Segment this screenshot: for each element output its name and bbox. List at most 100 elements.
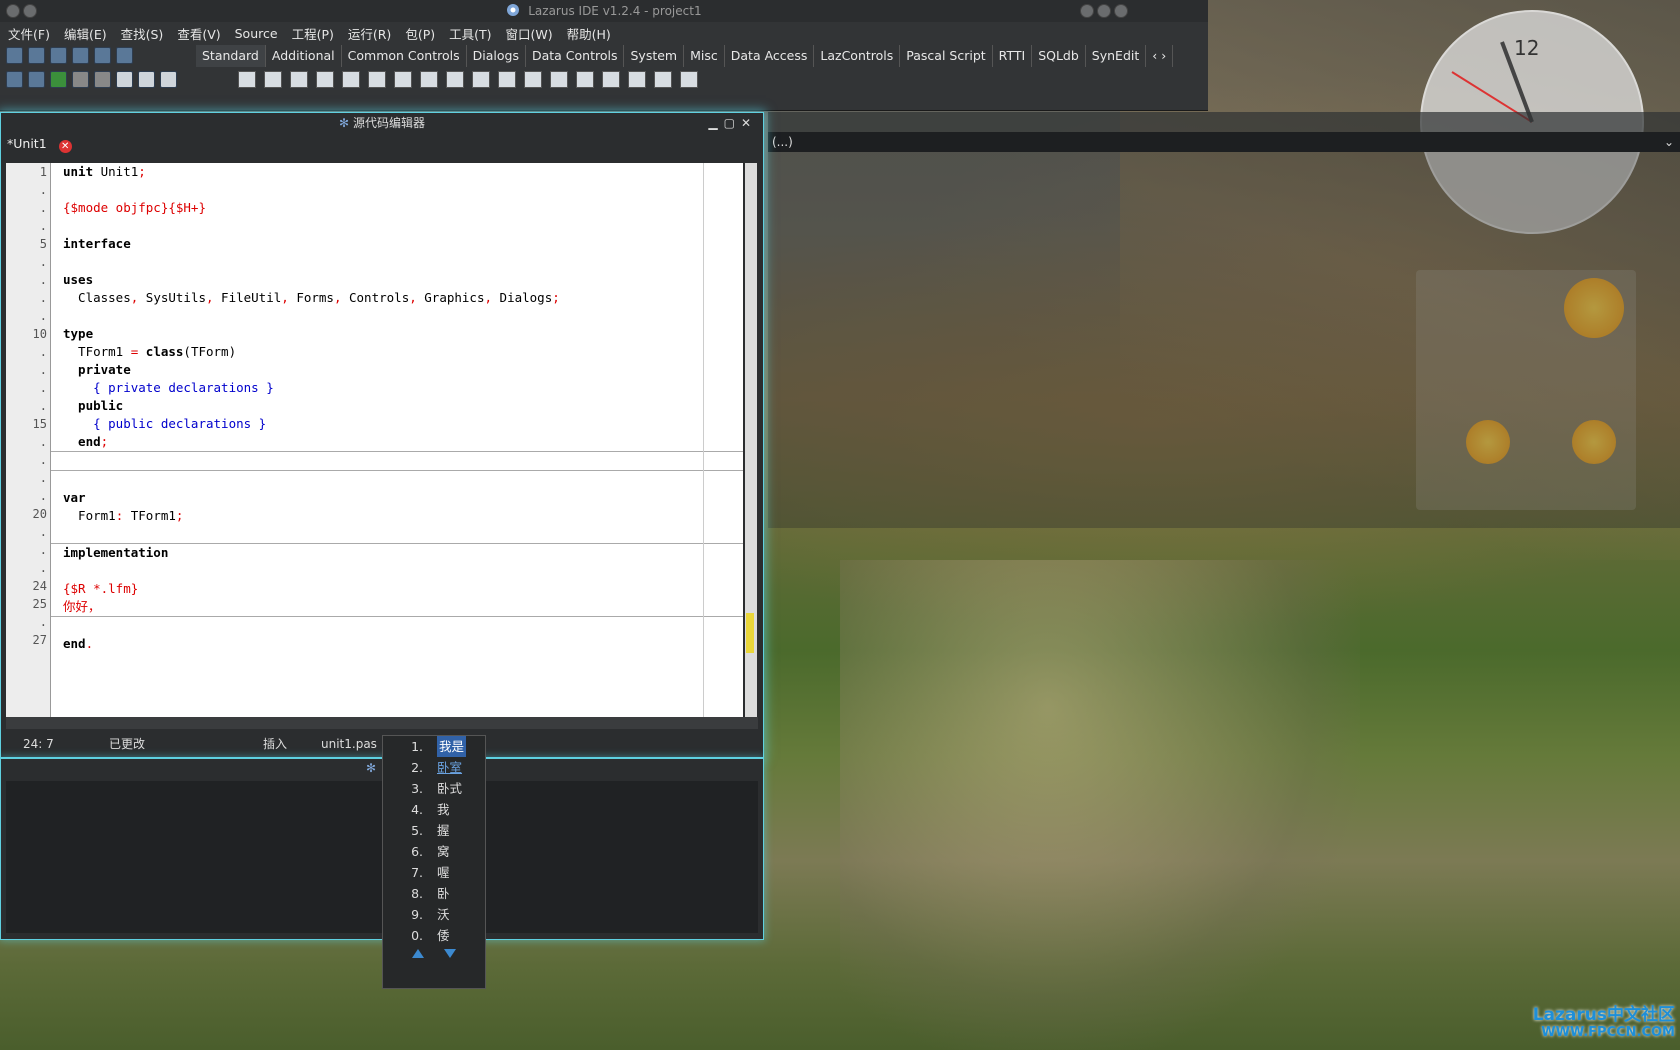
- code-area[interactable]: unit Unit1; {$mode objfpc}{$H+} interface u…: [51, 163, 743, 717]
- ttogglebox-icon[interactable]: [394, 71, 412, 88]
- menu-view[interactable]: 查看(V): [177, 24, 220, 43]
- ime-candidate-number: 3.: [411, 781, 423, 796]
- view-forms-icon[interactable]: [28, 71, 45, 88]
- component-selector-combo[interactable]: (...) ⌄: [768, 132, 1680, 152]
- page-down-arrow-icon[interactable]: [444, 949, 456, 958]
- ime-candidate[interactable]: 5. 握: [383, 820, 485, 841]
- ime-candidate-text: 卧: [437, 886, 450, 901]
- menu-help[interactable]: 帮助(H): [567, 24, 611, 43]
- save-icon[interactable]: [72, 47, 89, 64]
- tab-data-controls[interactable]: Data Controls: [526, 45, 625, 67]
- toggle-form-unit-icon[interactable]: [116, 47, 133, 64]
- editor-title: 源代码编辑器: [352, 116, 425, 130]
- open-icon[interactable]: [50, 47, 67, 64]
- tradiogroup-icon[interactable]: [576, 71, 594, 88]
- tab-unit1[interactable]: *Unit1 ✕: [7, 136, 72, 153]
- view-units-icon[interactable]: [6, 71, 23, 88]
- step-out-icon[interactable]: [160, 71, 177, 88]
- editor-horizontal-scrollbar[interactable]: [6, 717, 758, 729]
- tbutton-icon[interactable]: [290, 71, 308, 88]
- code-token: Form1: [63, 508, 116, 523]
- tframe-icon[interactable]: [654, 71, 672, 88]
- new-form-icon[interactable]: [28, 47, 45, 64]
- tedit-icon[interactable]: [342, 71, 360, 88]
- close-tab-icon[interactable]: ✕: [58, 140, 72, 153]
- menu-run[interactable]: 运行(R): [348, 24, 391, 43]
- ime-candidate[interactable]: 0. 倭: [383, 925, 485, 946]
- tab-pascal-script[interactable]: Pascal Script: [900, 45, 993, 67]
- ime-candidate[interactable]: 3. 卧式: [383, 778, 485, 799]
- menu-project[interactable]: 工程(P): [292, 24, 334, 43]
- maximize-icon[interactable]: [1097, 4, 1111, 18]
- code-token: Classes: [63, 290, 131, 305]
- ime-candidate[interactable]: 6. 窝: [383, 841, 485, 862]
- pause-icon[interactable]: [72, 71, 89, 88]
- ime-candidate[interactable]: 9. 沃: [383, 904, 485, 925]
- tab-synedit[interactable]: SynEdit: [1086, 45, 1147, 67]
- tab-common-controls[interactable]: Common Controls: [342, 45, 467, 67]
- menu-file[interactable]: 文件(F): [8, 24, 50, 43]
- tlabel-icon[interactable]: [316, 71, 334, 88]
- component-palette-tabs: Standard Additional Common Controls Dial…: [196, 45, 1174, 67]
- tab-scroll-buttons[interactable]: ‹ ›: [1146, 45, 1174, 67]
- tab-rtti[interactable]: RTTI: [993, 45, 1033, 67]
- scroll-thumb[interactable]: [746, 613, 754, 653]
- menu-package[interactable]: 包(P): [405, 24, 435, 43]
- sticky-icon[interactable]: [23, 4, 37, 18]
- tab-sqldb[interactable]: SQLdb: [1032, 45, 1086, 67]
- tscrollbar-icon[interactable]: [524, 71, 542, 88]
- window-title: Lazarus IDE v1.2.4 - project1: [528, 4, 702, 18]
- tactionlist-icon[interactable]: [680, 71, 698, 88]
- tab-system[interactable]: System: [624, 45, 685, 67]
- page-up-arrow-icon[interactable]: [412, 949, 424, 958]
- tpanel-icon[interactable]: [628, 71, 646, 88]
- code-line: [51, 616, 743, 635]
- tpopupmenu-icon[interactable]: [264, 71, 282, 88]
- tab-lazcontrols[interactable]: LazControls: [814, 45, 901, 67]
- ime-candidate-number: 4.: [411, 802, 423, 817]
- menu-tools[interactable]: 工具(T): [449, 24, 491, 43]
- close-icon[interactable]: [1114, 4, 1128, 18]
- step-into-icon[interactable]: [116, 71, 133, 88]
- code-token: Unit1: [93, 164, 139, 179]
- step-over-icon[interactable]: [138, 71, 155, 88]
- run-icon[interactable]: [50, 71, 67, 88]
- ime-candidate[interactable]: 8. 卧: [383, 883, 485, 904]
- lazarus-logo-icon: [507, 4, 520, 16]
- menu-search[interactable]: 查找(S): [121, 24, 164, 43]
- stop-icon[interactable]: [94, 71, 111, 88]
- tab-data-access[interactable]: Data Access: [725, 45, 815, 67]
- tcheckbox-icon[interactable]: [420, 71, 438, 88]
- menu-source[interactable]: Source: [235, 26, 278, 41]
- speedbutton-row-2: [6, 71, 177, 88]
- tcheckgroup-icon[interactable]: [602, 71, 620, 88]
- tab-additional[interactable]: Additional: [266, 45, 342, 67]
- save-all-icon[interactable]: [94, 47, 111, 64]
- tab-dialogs[interactable]: Dialogs: [467, 45, 526, 67]
- editor-vertical-scrollbar[interactable]: [745, 163, 757, 717]
- minimize-icon[interactable]: [1080, 4, 1094, 18]
- window-controls-icon[interactable]: ▁▢✕: [708, 113, 757, 133]
- new-unit-icon[interactable]: [6, 47, 23, 64]
- code-token: TForm1: [63, 344, 131, 359]
- menu-edit[interactable]: 编辑(E): [64, 24, 107, 43]
- line-number: .: [39, 183, 47, 197]
- tgroupbox-icon[interactable]: [550, 71, 568, 88]
- window-menu-icon[interactable]: [6, 4, 20, 18]
- tlistbox-icon[interactable]: [472, 71, 490, 88]
- ime-candidate[interactable]: 4. 我: [383, 799, 485, 820]
- tmainmenu-icon[interactable]: [238, 71, 256, 88]
- ime-candidate[interactable]: 7. 喔: [383, 862, 485, 883]
- tab-misc[interactable]: Misc: [684, 45, 725, 67]
- object-inspector-window: (...) ⌄: [768, 112, 1680, 528]
- tmemo-icon[interactable]: [368, 71, 386, 88]
- ime-candidate[interactable]: 1. 我是: [383, 736, 485, 757]
- object-inspector-titlebar: [768, 112, 1680, 132]
- tcombobox-icon[interactable]: [498, 71, 516, 88]
- menu-window[interactable]: 窗口(W): [506, 24, 553, 43]
- ime-candidate[interactable]: 2. 卧室: [383, 757, 485, 778]
- tradiobutton-icon[interactable]: [446, 71, 464, 88]
- tab-standard[interactable]: Standard: [196, 45, 266, 67]
